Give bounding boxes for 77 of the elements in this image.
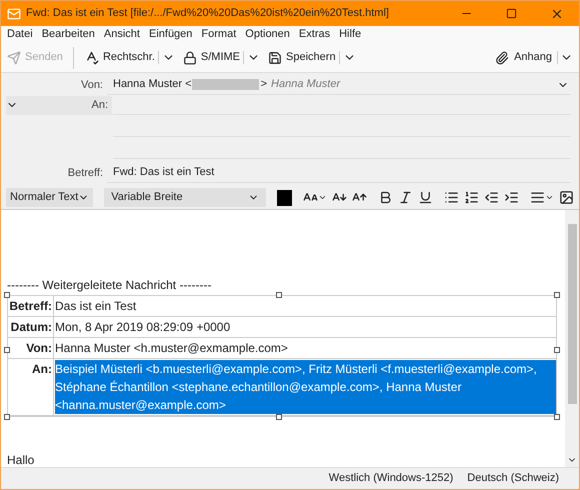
field-value: Das ist ein Test: [55, 298, 138, 315]
toolbar-button[interactable]: Speichern: [268, 49, 336, 66]
scrollbar[interactable]: [565, 210, 579, 467]
identity-name: Hanna Muster: [271, 77, 340, 92]
align-button[interactable]: [530, 190, 554, 205]
bullet-list-button[interactable]: [444, 190, 459, 205]
toolbar-button[interactable]: Rechtschr.: [84, 49, 155, 66]
language-status[interactable]: Deutsch (Schweiz): [467, 470, 559, 487]
mail-icon: [7, 6, 21, 20]
outdent-button[interactable]: [484, 190, 499, 205]
redacted-address: [192, 79, 259, 90]
lock-icon: [182, 50, 197, 64]
image-icon: [559, 190, 574, 205]
field-label: An:: [91, 98, 109, 113]
subject-field[interactable]: Fwd: Das ist ein Test: [107, 163, 571, 183]
resize-handle[interactable]: [554, 347, 560, 353]
resize-handle[interactable]: [4, 292, 10, 298]
resize-handle[interactable]: [554, 414, 560, 420]
underline-icon: [418, 190, 433, 205]
dropdown-button[interactable]: [338, 51, 356, 64]
send-icon: [7, 50, 21, 64]
dropdown-button[interactable]: [557, 51, 573, 64]
menu-item[interactable]: Ansicht: [104, 26, 140, 43]
align-icon: [530, 190, 545, 205]
menu-item[interactable]: Datei: [7, 26, 33, 43]
forward-header-line: -------- Weitergeleitete Nachricht --------: [7, 277, 212, 294]
maximize-icon: [506, 8, 517, 19]
text-color-button[interactable]: [276, 190, 292, 206]
chevron-down-icon: [545, 193, 554, 202]
resize-handle[interactable]: [276, 292, 282, 298]
menu-item[interactable]: Extras: [298, 26, 330, 43]
field-label: An:: [32, 361, 52, 378]
attach-button[interactable]: Anhang: [495, 49, 552, 66]
field-label: Betreff:: [66, 166, 104, 181]
font-dropdown[interactable]: Variable Breite: [104, 188, 266, 207]
dropdown-button[interactable]: [243, 51, 260, 64]
resize-handle[interactable]: [4, 347, 10, 353]
resize-handle[interactable]: [554, 292, 560, 298]
menu-item[interactable]: Bearbeiten: [42, 26, 95, 43]
bold-button[interactable]: [378, 190, 393, 205]
image-button[interactable]: [559, 190, 574, 205]
outdent-icon: [484, 190, 499, 205]
numbered-list-icon: [464, 190, 479, 205]
window-title: Fwd: Das ist ein Test [file:/.../Fwd%20%20Das%20ist%20ein%20Test.html]: [26, 6, 389, 22]
menu-item[interactable]: Einfügen: [148, 26, 192, 43]
paperclip-icon: [495, 50, 510, 64]
from-field[interactable]: Hanna Muster < > Hanna Muster: [107, 76, 571, 94]
field-label: Von:: [80, 78, 104, 93]
bullet-list-icon: [444, 190, 459, 205]
save-icon: [268, 50, 282, 64]
field-label: Von:: [26, 340, 52, 357]
italic-button[interactable]: [398, 190, 413, 205]
chevron-down-icon: [318, 193, 327, 202]
field-value: Mon, 8 Apr 2019 08:29:09 +0000: [55, 319, 232, 336]
field-value: Beispiel Müsterli <b.muesterli@example.com>, Fritz Müsterli <f.muesterli@example.com>, Stéphane Échantillon <stephane.echantillon@example.com>, Hanna Muster <hanna.muster@example.com>: [55, 360, 556, 414]
bold-icon: [378, 190, 393, 205]
indent-icon: [504, 190, 519, 205]
menu-item[interactable]: Hilfe: [339, 26, 362, 43]
menu-item[interactable]: Optionen: [245, 26, 290, 43]
bracket-text: >: [260, 77, 268, 92]
scrollbar-thumb[interactable]: [568, 224, 576, 404]
field-label: Datum:: [10, 319, 52, 336]
field-label: Betreff:: [9, 298, 52, 315]
field-value: Hanna Muster <h.muster@exmample.com>: [55, 340, 289, 357]
paragraph-dropdown[interactable]: Normaler Text: [6, 188, 94, 207]
dropdown-button[interactable]: [158, 51, 175, 64]
menu-item[interactable]: Format: [201, 26, 236, 43]
encoding-status[interactable]: Westlich (Windows-1252): [328, 470, 454, 487]
indent-button[interactable]: [504, 190, 519, 205]
underline-button[interactable]: [418, 190, 433, 205]
resize-handle[interactable]: [276, 414, 282, 420]
sender-name: Hanna Muster <: [113, 77, 192, 92]
numbered-list-button[interactable]: [464, 190, 479, 205]
italic-icon: [398, 190, 413, 205]
resize-handle[interactable]: [4, 414, 10, 420]
greeting-text: Hallo: [7, 452, 34, 469]
toolbar-button[interactable]: S/MIME: [182, 49, 240, 66]
